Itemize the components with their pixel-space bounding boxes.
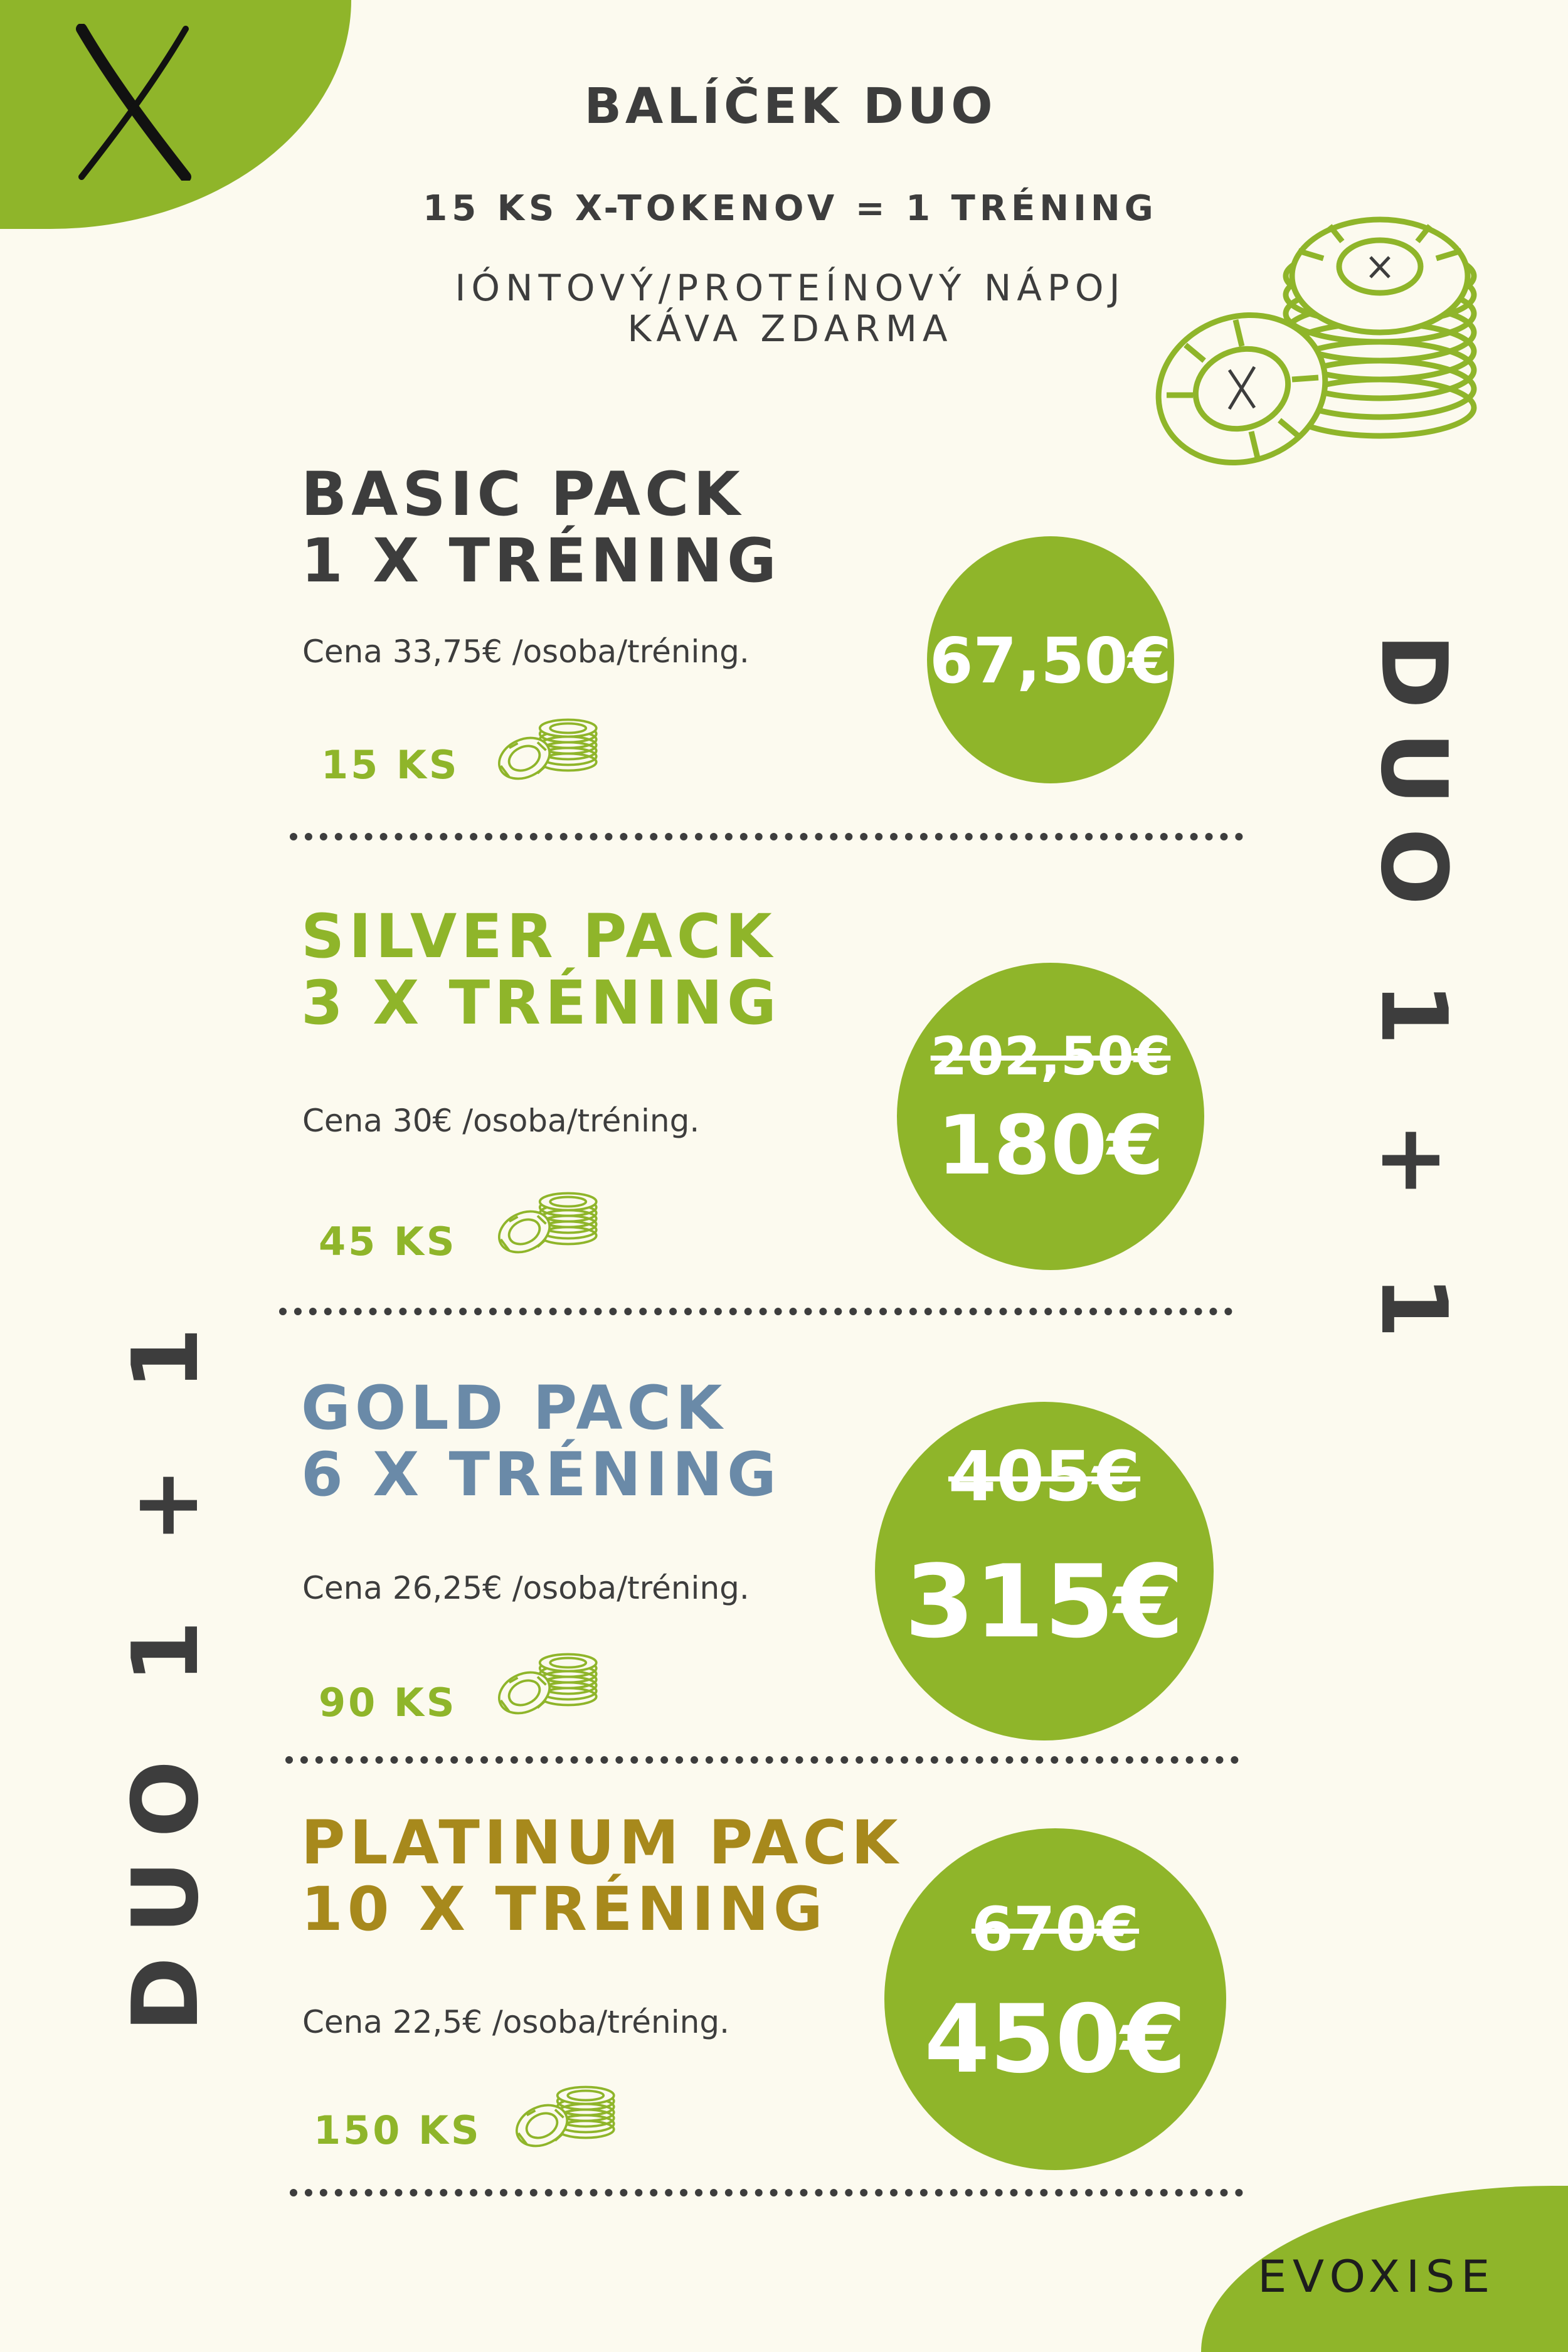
pack-name: BASIC PACK (301, 459, 744, 529)
brand-logo: EVOXISE (1258, 2251, 1496, 2302)
price: 315€ (904, 1543, 1184, 1660)
coin-stack-icon (490, 1185, 603, 1258)
basic-pack-price-badge: 67,50€ (927, 536, 1174, 783)
x-logo-icon (76, 24, 191, 181)
gold-pack-tokens: 90 KS (319, 1680, 457, 1725)
coin-stack-icon (508, 2079, 621, 2151)
platinum-pack-price-note: Cena 22,5€ /osoba/tréning. (302, 2004, 729, 2040)
price: 450€ (924, 1985, 1187, 2094)
old-price: 405€ (948, 1436, 1141, 1517)
bonus-coffee-line: KÁVA ZDARMA (627, 307, 953, 350)
section-divider (290, 2189, 1243, 2196)
platinum-pack-price-badge: 670€ 450€ (884, 1828, 1226, 2170)
silver-pack-price-badge: 202,50€ 180€ (897, 963, 1204, 1270)
pack-name: SILVER PACK (301, 901, 776, 972)
silver-pack-title: SILVER PACK 3 X TRÉNING (301, 903, 928, 1036)
basic-pack-title: BASIC PACK 1 X TRÉNING (301, 461, 928, 594)
silver-pack-tokens: 45 KS (319, 1219, 457, 1264)
gold-pack-price-note: Cena 26,25€ /osoba/tréning. (302, 1570, 750, 1606)
old-price: 202,50€ (930, 1025, 1171, 1087)
silver-pack-price-note: Cena 30€ /osoba/tréning. (302, 1103, 700, 1139)
coin-stack-icon (490, 712, 603, 784)
old-price: 670€ (971, 1894, 1140, 1964)
pack-sessions: 1 X TRÉNING (301, 526, 781, 596)
basic-pack-price-note: Cena 33,75€ /osoba/tréning. (302, 633, 750, 670)
corner-brand-badge (0, 0, 351, 229)
gold-pack-title: GOLD PACK 6 X TRÉNING (301, 1375, 928, 1508)
page-title: BALÍČEK DUO (584, 78, 997, 135)
section-divider (279, 1308, 1232, 1315)
bonus-drink-line: IÓNTOVÝ/PROTEÍNOVÝ NÁPOJ (455, 267, 1126, 309)
side-label-left: DUO 1 + 1 (113, 1304, 219, 2032)
coin-stack-icon (490, 1646, 603, 1719)
pack-sessions: 6 X TRÉNING (301, 1439, 781, 1510)
pack-sessions: 3 X TRÉNING (301, 968, 781, 1038)
section-divider (290, 833, 1243, 840)
coin-stack-icon (1155, 216, 1477, 466)
platinum-pack-tokens: 150 KS (314, 2107, 482, 2153)
token-rate-subtitle: 15 KS X-TOKENOV = 1 TRÉNING (423, 188, 1158, 229)
side-label-right: DUO 1 + 1 (1360, 633, 1466, 1362)
section-divider (285, 1756, 1239, 1764)
pack-name: GOLD PACK (301, 1373, 727, 1443)
gold-pack-price-badge: 405€ 315€ (875, 1402, 1214, 1740)
pack-name: PLATINUM PACK (301, 1808, 903, 1878)
basic-pack-tokens: 15 KS (321, 742, 460, 788)
price: 180€ (937, 1098, 1164, 1193)
price: 67,50€ (930, 624, 1172, 697)
